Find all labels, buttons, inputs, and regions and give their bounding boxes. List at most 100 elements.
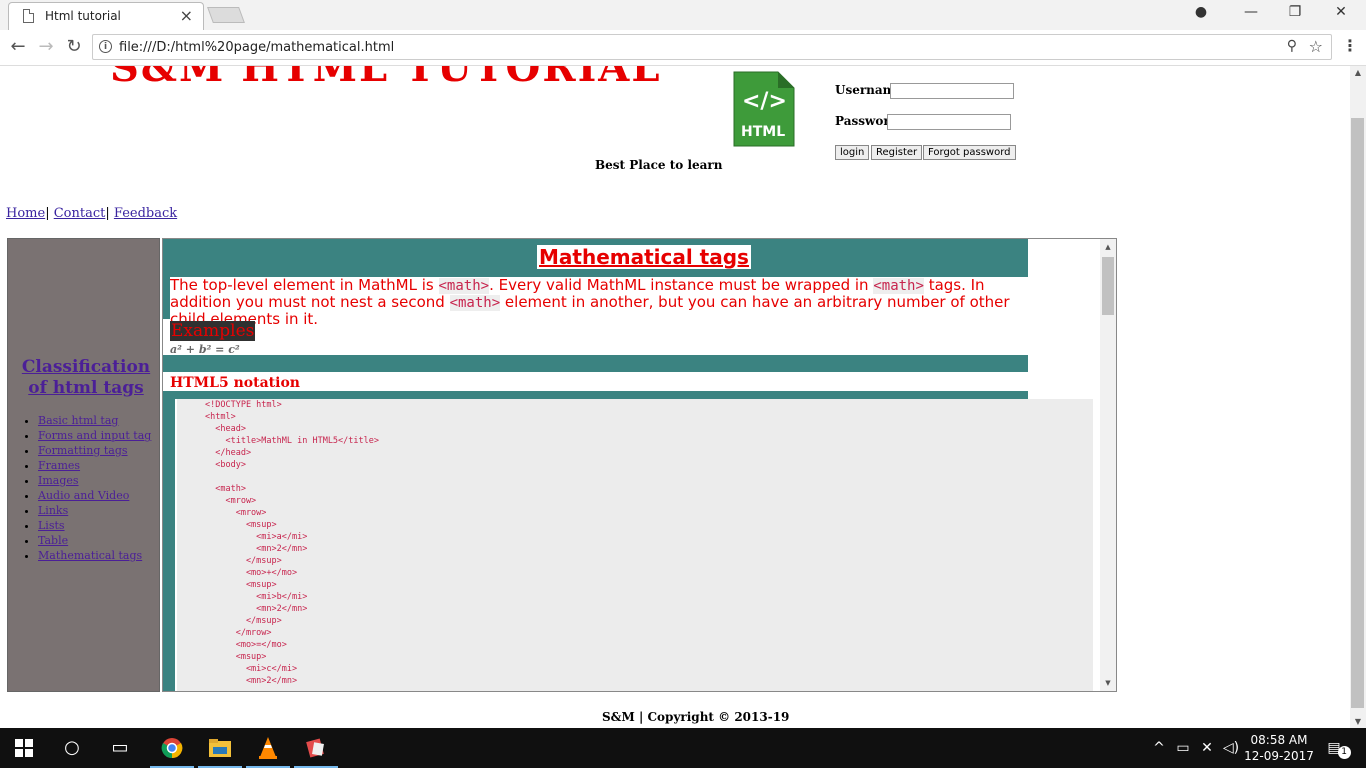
nav-separator: | xyxy=(105,206,110,221)
password-input[interactable] xyxy=(887,114,1011,130)
restore-icon[interactable]: ❐ xyxy=(1280,4,1310,20)
sidebar-item: Mathematical tags xyxy=(38,548,151,563)
reload-icon[interactable]: ↻ xyxy=(62,36,86,57)
sidebar-link-mathematical[interactable]: Mathematical tags xyxy=(38,549,142,562)
forward-icon[interactable]: → xyxy=(34,36,58,57)
action-center-icon[interactable]: ▤ 1 xyxy=(1322,728,1351,768)
menu-icon[interactable]: ⋮ xyxy=(1342,36,1358,55)
sidebar-item: Frames xyxy=(38,458,151,473)
zoom-icon[interactable]: ⚲ xyxy=(1287,38,1297,54)
chrome-icon[interactable] xyxy=(148,728,196,768)
html-logo: </> HTML xyxy=(733,71,795,147)
page-title: Mathematical tags xyxy=(537,245,751,269)
teal-band xyxy=(163,391,1028,399)
nav-contact-link[interactable]: Contact xyxy=(54,206,106,221)
nav-separator: | xyxy=(45,206,50,221)
code-text: <!DOCTYPE html> <html> <head> <title>Mat… xyxy=(205,400,379,686)
sidebar-item: Audio and Video xyxy=(38,488,151,503)
address-bar[interactable]: i file:///D:/html%20page/mathematical.ht… xyxy=(92,34,1332,60)
sidebar-item: Formatting tags xyxy=(38,443,151,458)
intro-paragraph: The top-level element in MathML is <math… xyxy=(170,277,1028,327)
windows-start-icon[interactable] xyxy=(0,728,48,768)
minimize-icon[interactable]: — xyxy=(1236,4,1266,20)
clock-date: 12-09-2017 xyxy=(1244,749,1314,763)
clock-time: 08:58 AM xyxy=(1250,733,1308,747)
clock[interactable]: 08:58 AM 12-09-2017 xyxy=(1244,732,1314,764)
page-scrollbar[interactable]: ▲ ▼ xyxy=(1350,66,1366,728)
teal-band xyxy=(163,355,1028,372)
browser-tab-strip: Html tutorial × ● — ❐ ✕ xyxy=(0,0,1366,30)
scroll-up-icon[interactable]: ▲ xyxy=(1350,68,1366,77)
file-explorer-icon[interactable] xyxy=(196,728,244,768)
svg-text:</>: </> xyxy=(742,89,787,114)
star-icon[interactable]: ☆ xyxy=(1309,37,1323,56)
sidebar-item: Basic html tag xyxy=(38,413,151,428)
sidebar-item: Table xyxy=(38,533,151,548)
sidebar-link-images[interactable]: Images xyxy=(38,474,79,487)
scroll-down-icon[interactable]: ▼ xyxy=(1350,717,1366,726)
new-tab-button[interactable] xyxy=(207,7,245,23)
math-code: <math> xyxy=(438,278,490,294)
nav-feedback-link[interactable]: Feedback xyxy=(114,206,177,221)
tab-title: Html tutorial xyxy=(45,9,121,23)
windows-taskbar: ○ ▭ ^ ▭ ✕ ◁) 08:58 AM 12-09-2017 ▤ 1 xyxy=(0,728,1366,768)
math-code: <math> xyxy=(873,278,924,294)
task-view-icon[interactable]: ▭ xyxy=(96,728,144,768)
register-button[interactable]: Register xyxy=(871,145,923,160)
page-viewport: S&M HTML TUTORIAL </> HTML Best Place to… xyxy=(0,66,1350,728)
close-window-icon[interactable]: ✕ xyxy=(1326,4,1356,20)
sidebar: Classification of html tags Basic html t… xyxy=(7,238,160,692)
volume-icon[interactable]: ◁) xyxy=(1220,728,1242,768)
sidebar-link-basic[interactable]: Basic html tag xyxy=(38,414,118,427)
math-code: <math> xyxy=(449,295,501,311)
close-icon[interactable]: × xyxy=(180,6,193,25)
battery-icon[interactable]: ▭ xyxy=(1172,728,1194,768)
forgot-password-button[interactable]: Forgot password xyxy=(923,145,1016,160)
cortana-icon[interactable]: ○ xyxy=(48,728,96,768)
sidebar-item: Forms and input tag xyxy=(38,428,151,443)
scroll-up-icon[interactable]: ▲ xyxy=(1100,243,1116,251)
examples-heading: Examples xyxy=(170,321,256,341)
sidebar-item: Images xyxy=(38,473,151,488)
scroll-thumb[interactable] xyxy=(1102,257,1114,315)
content-scrollbar[interactable]: ▲ ▼ xyxy=(1100,239,1116,691)
teal-band xyxy=(163,399,175,691)
nav-home-link[interactable]: Home xyxy=(6,206,45,221)
scroll-thumb[interactable] xyxy=(1351,118,1364,708)
footer-text: S&M | Copyright © 2013-19 xyxy=(602,710,790,724)
code-block: <!DOCTYPE html> <html> <head> <title>Mat… xyxy=(177,399,1093,691)
sidebar-link-forms[interactable]: Forms and input tag xyxy=(38,429,151,442)
sidebar-link-formatting[interactable]: Formatting tags xyxy=(38,444,128,457)
sidebar-link-audio-video[interactable]: Audio and Video xyxy=(38,489,129,502)
url-text[interactable]: file:///D:/html%20page/mathematical.html xyxy=(119,40,394,55)
content-iframe[interactable]: Mathematical tags The top-level element … xyxy=(162,238,1117,692)
network-icon[interactable]: ✕ xyxy=(1196,728,1218,768)
sidebar-link-table[interactable]: Table xyxy=(38,534,68,547)
info-icon[interactable]: i xyxy=(99,40,112,53)
sidebar-list: Basic html tag Forms and input tag Forma… xyxy=(8,413,151,563)
notification-badge: 1 xyxy=(1337,746,1351,759)
logo-text: HTML xyxy=(741,124,785,140)
back-icon[interactable]: ← xyxy=(6,36,30,57)
vlc-icon[interactable] xyxy=(244,728,292,768)
login-button[interactable]: login xyxy=(835,145,870,160)
top-nav: Home| Contact| Feedback xyxy=(6,206,177,221)
sidebar-link-frames[interactable]: Frames xyxy=(38,459,80,472)
app-icon[interactable] xyxy=(292,728,340,768)
scroll-down-icon[interactable]: ▼ xyxy=(1100,679,1116,687)
sidebar-link-lists[interactable]: Lists xyxy=(38,519,65,532)
sidebar-item: Lists xyxy=(38,518,151,533)
browser-tab[interactable]: Html tutorial × xyxy=(8,2,204,30)
sidebar-title[interactable]: Classification of html tags xyxy=(16,357,156,399)
math-formula: a² + b² = c² xyxy=(170,343,240,356)
tagline: Best Place to learn xyxy=(595,158,723,172)
tray-chevron-icon[interactable]: ^ xyxy=(1150,728,1168,768)
sidebar-item: Links xyxy=(38,503,151,518)
site-title: S&M HTML TUTORIAL xyxy=(110,66,662,91)
user-icon[interactable]: ● xyxy=(1186,4,1216,20)
sidebar-link-links[interactable]: Links xyxy=(38,504,68,517)
doc-icon xyxy=(23,9,34,23)
html5-notation-heading: HTML5 notation xyxy=(170,375,300,391)
browser-toolbar: ← → ↻ i file:///D:/html%20page/mathemati… xyxy=(0,30,1366,66)
username-input[interactable] xyxy=(890,83,1014,99)
